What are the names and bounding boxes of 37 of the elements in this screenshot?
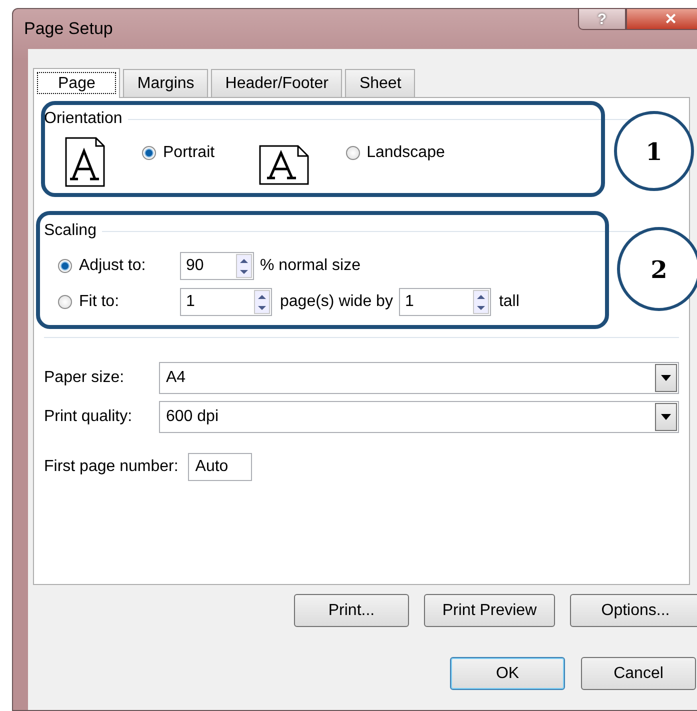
dialog-button[interactable]: Print Preview	[424, 594, 555, 627]
dialog-button[interactable]: Print...	[294, 594, 409, 627]
radio-button[interactable]	[142, 146, 156, 160]
spin-field[interactable]: 90	[180, 252, 254, 280]
dropdown[interactable]: A4	[159, 362, 679, 394]
field-label: First page number:	[44, 458, 178, 476]
radio-button[interactable]	[346, 146, 360, 160]
landscape-page-icon	[258, 145, 309, 185]
radio-label: Adjust to:	[79, 257, 146, 275]
tab[interactable]: Page	[33, 68, 120, 98]
dialog-button[interactable]: OK	[450, 657, 565, 690]
field-suffix: tall	[498, 293, 520, 311]
spinner-arrows-icon[interactable]	[254, 290, 270, 314]
input-field[interactable]: Auto	[188, 452, 252, 480]
radio-button[interactable]	[58, 295, 72, 309]
spinner-arrows-icon[interactable]	[472, 290, 489, 314]
field-label: Print quality:	[44, 408, 134, 426]
window-title: Page Setup	[24, 19, 113, 39]
field-label: Paper size:	[44, 368, 126, 386]
dialog-button[interactable]: Options...	[570, 594, 697, 627]
dialog-button[interactable]: Cancel	[581, 657, 696, 690]
tab[interactable]: Header/Footer	[211, 69, 342, 97]
portrait-page-icon	[65, 137, 105, 187]
tab[interactable]: Margins	[123, 69, 208, 97]
radio-label: Fit to:	[79, 293, 120, 311]
group-label: Scaling	[44, 222, 96, 240]
spinner-arrows-icon[interactable]	[236, 254, 252, 278]
dropdown[interactable]: 600 dpi	[159, 400, 679, 432]
radio-label: Landscape	[366, 144, 445, 162]
spin-field[interactable]: 1	[180, 288, 272, 316]
field-suffix: % normal size	[260, 257, 360, 275]
radio-button[interactable]	[58, 259, 72, 273]
spin-field[interactable]: 1	[398, 288, 491, 316]
group-label: Orientation	[44, 110, 122, 128]
radio-label: Portrait	[163, 144, 215, 162]
tab[interactable]: Sheet	[345, 69, 416, 97]
field-suffix: page(s) wide by	[280, 293, 393, 311]
